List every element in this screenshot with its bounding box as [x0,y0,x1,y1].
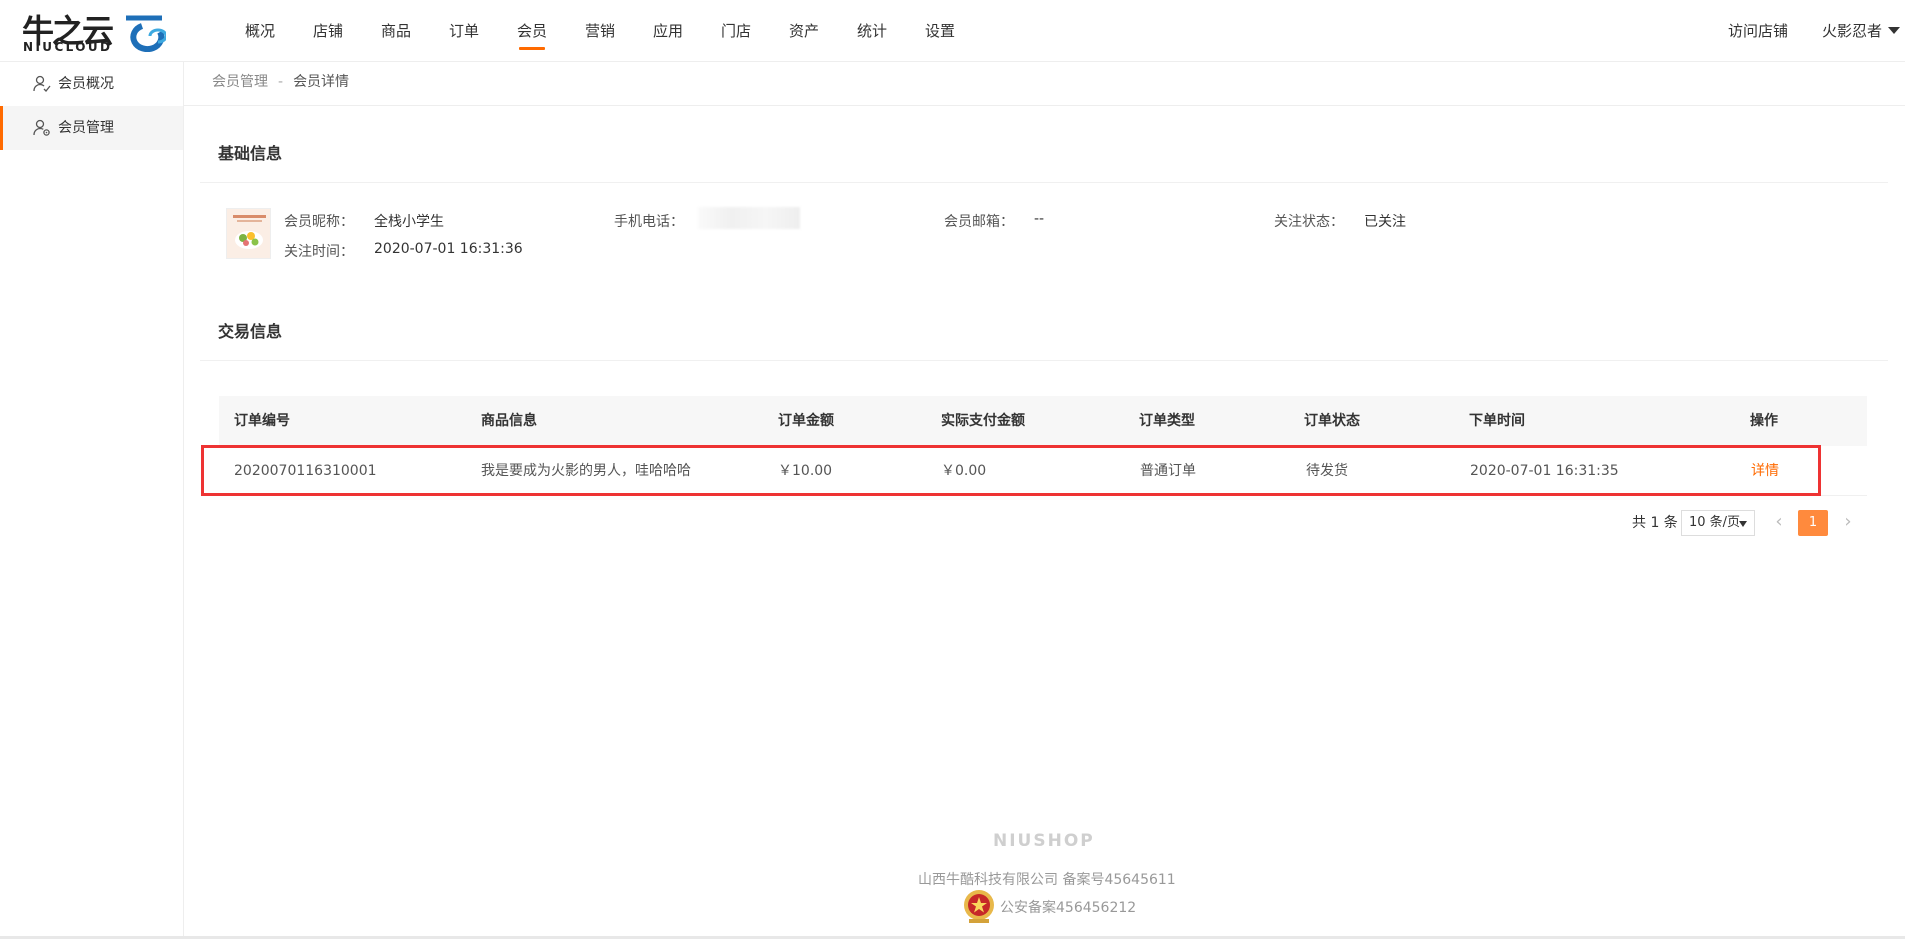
paid-amount: ￥0.00 [941,463,987,479]
order-time: 2020-07-01 16:31:35 [1470,463,1619,479]
user-menu[interactable]: 火影忍者 [1822,0,1901,62]
basic-info-title: 基础信息 [218,144,283,163]
breadcrumb-separator: - [278,74,284,90]
next-page-button[interactable]: › [1836,510,1860,536]
divider [200,360,1888,361]
column-header: 订单金额 [778,413,834,429]
cloud-logo-icon [126,15,166,52]
column-header: 订单状态 [1304,413,1360,429]
column-header: 操作 [1750,413,1778,429]
table-row: 2020070116310001 我是要成为火影的男人，哇哈哈哈 ￥10.00 … [219,446,1867,496]
footer-brand: NIUSHOP [993,831,1095,851]
order-number: 2020070116310001 [234,463,377,479]
top-header: 牛之云 NIUCLOUD 概况 店铺 商品 订单 会员 营销 应用 门店 资产 … [0,0,1905,62]
page-number-button[interactable]: 1 [1798,510,1828,536]
nav-settings[interactable]: 设置 [906,0,974,62]
nav-store[interactable]: 店铺 [294,0,362,62]
column-header: 订单类型 [1139,413,1195,429]
nav-assets[interactable]: 资产 [770,0,838,62]
nav-orders[interactable]: 订单 [430,0,498,62]
column-header: 实际支付金额 [941,413,1025,429]
follow-status-value: 已关注 [1364,214,1406,230]
user-check-icon [33,75,51,92]
sidebar-item-member-management[interactable]: 会员管理 [0,106,183,150]
page-size-select[interactable]: 10 条/页 [1681,510,1755,536]
order-type: 普通订单 [1140,463,1196,479]
nav-marketing[interactable]: 营销 [566,0,634,62]
email-label: 会员邮箱： [944,214,1014,230]
breadcrumb: 会员管理 - 会员详情 [184,62,1905,106]
footer-company: 山西牛酷科技有限公司 备案号45645611 [918,872,1176,888]
order-amount: ￥10.00 [778,463,833,479]
column-header: 订单编号 [234,413,290,429]
phone-label: 手机电话： [614,214,684,230]
footer-police-record: 公安备案456456212 [1000,900,1137,916]
divider [200,182,1888,183]
sidebar-item-label: 会员管理 [58,120,114,136]
user-settings-icon [33,119,50,136]
user-name: 火影忍者 [1822,22,1883,40]
avatar-image [227,209,270,258]
nav-apps[interactable]: 应用 [634,0,702,62]
sidebar: 会员概况 会员管理 [0,62,184,939]
orders-table-header: 订单编号 商品信息 订单金额 实际支付金额 订单类型 订单状态 下单时间 操作 [219,396,1867,446]
email-value: -- [1034,211,1045,227]
prev-page-button[interactable]: ‹ [1767,510,1791,536]
nav-overview[interactable]: 概况 [226,0,294,62]
member-avatar [226,208,271,259]
caret-down-icon [1888,27,1901,34]
sidebar-item-member-overview[interactable]: 会员概况 [0,62,183,106]
nav-statistics[interactable]: 统计 [838,0,906,62]
logo-text-en: NIUCLOUD [23,40,113,54]
goods-info: 我是要成为火影的男人，哇哈哈哈 [481,463,691,479]
nav-members[interactable]: 会员 [498,0,566,62]
police-emblem-icon [964,890,994,923]
page-size-value: 10 条/页 [1689,515,1741,530]
breadcrumb-current: 会员详情 [293,74,350,90]
breadcrumb-parent[interactable]: 会员管理 [212,74,268,90]
nickname-value: 全栈小学生 [374,214,444,230]
dropdown-arrow-icon [1739,521,1747,527]
column-header: 下单时间 [1469,413,1525,429]
sidebar-item-label: 会员概况 [58,76,114,92]
main-nav: 概况 店铺 商品 订单 会员 营销 应用 门店 资产 统计 设置 [226,0,974,62]
nav-shops[interactable]: 门店 [702,0,770,62]
trade-info-title: 交易信息 [218,322,283,341]
column-header: 商品信息 [481,413,537,429]
order-detail-link[interactable]: 详情 [1751,446,1779,496]
follow-time-label: 关注时间： [284,244,354,260]
nav-goods[interactable]: 商品 [362,0,430,62]
phone-value-redacted [698,207,800,229]
nickname-label: 会员昵称： [284,214,354,230]
pagination-total: 共 1 条 [1632,515,1678,531]
follow-time-value: 2020-07-01 16:31:36 [374,241,523,257]
visit-store-link[interactable]: 访问店铺 [1728,0,1788,62]
niucloud-logo[interactable]: 牛之云 NIUCLOUD [22,10,166,54]
order-status: 待发货 [1306,463,1348,479]
follow-status-label: 关注状态： [1274,214,1344,230]
